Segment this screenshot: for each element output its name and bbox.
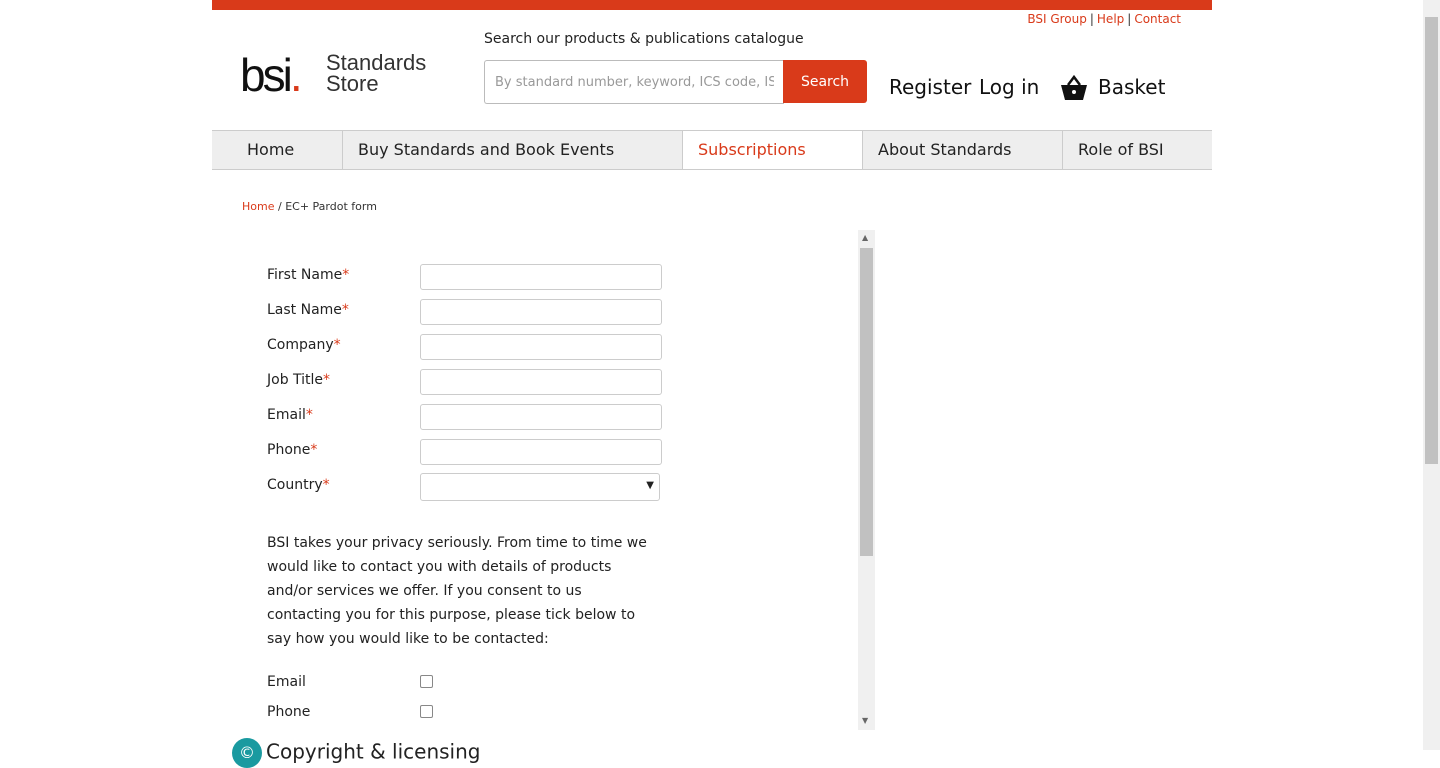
link-separator: | xyxy=(1089,12,1094,26)
company-input[interactable] xyxy=(420,334,662,360)
logo-bsi-text: bsi xyxy=(240,49,293,101)
contact-link[interactable]: Contact xyxy=(1134,12,1181,26)
nav-item-about-standards[interactable]: About Standards xyxy=(862,131,1062,169)
copyright-licensing-heading: © Copyright & licensing xyxy=(232,738,480,768)
email-label: Email* xyxy=(267,407,313,423)
country-label: Country* xyxy=(267,477,330,493)
nav-item-role-of-bsi[interactable]: Role of BSI xyxy=(1062,131,1212,169)
chevron-down-icon: ▼ xyxy=(646,480,654,491)
logo-dot: . xyxy=(289,49,303,101)
email-input[interactable] xyxy=(420,404,662,430)
breadcrumb-separator: / xyxy=(277,200,282,213)
basket-link[interactable]: Basket xyxy=(1098,75,1165,99)
copyright-icon: © xyxy=(232,738,262,768)
search-label: Search our products & publications catal… xyxy=(484,31,804,47)
top-accent-bar xyxy=(212,0,1212,10)
last-name-input[interactable] xyxy=(420,299,662,325)
breadcrumb-current: EC+ Pardot form xyxy=(285,200,377,213)
search-input[interactable] xyxy=(484,60,784,104)
phone-label: Phone* xyxy=(267,442,318,458)
basket-icon[interactable] xyxy=(1060,74,1088,102)
bsi-group-link[interactable]: BSI Group xyxy=(1027,12,1087,26)
breadcrumb: Home / EC+ Pardot form xyxy=(242,200,377,213)
first-name-label: First Name* xyxy=(267,267,350,283)
form-scrollbar[interactable]: ▲ ▼ xyxy=(858,230,875,730)
utility-links: BSI Group | Help | Contact xyxy=(1027,12,1181,26)
first-name-input[interactable] xyxy=(420,264,662,290)
page: BSI Group | Help | Contact bsi. Standards St… xyxy=(212,0,1212,768)
main-nav: Home Buy Standards and Book Events Subsc… xyxy=(212,130,1212,170)
link-separator: | xyxy=(1127,12,1132,26)
privacy-statement: BSI takes your privacy seriously. From t… xyxy=(267,535,647,647)
contact-email-checkbox[interactable] xyxy=(420,675,433,688)
breadcrumb-home[interactable]: Home xyxy=(242,200,274,213)
last-name-label: Last Name* xyxy=(267,302,349,318)
search-button[interactable]: Search xyxy=(783,60,867,103)
logo-store-text: Store xyxy=(326,71,379,96)
scroll-down-arrow-icon[interactable]: ▼ xyxy=(862,716,868,725)
company-label: Company* xyxy=(267,337,341,353)
job-title-label: Job Title* xyxy=(267,372,331,388)
scroll-up-arrow-icon[interactable]: ▲ xyxy=(862,233,868,242)
contact-phone-label: Phone xyxy=(267,704,311,720)
contact-phone-checkbox[interactable] xyxy=(420,705,433,718)
phone-input[interactable] xyxy=(420,439,662,465)
register-link[interactable]: Register xyxy=(889,75,971,99)
pardot-form-frame: First Name* Last Name* Company* Job Titl… xyxy=(212,230,876,730)
job-title-input[interactable] xyxy=(420,369,662,395)
contact-email-label: Email xyxy=(267,674,306,690)
nav-item-subscriptions[interactable]: Subscriptions xyxy=(682,131,862,169)
help-link[interactable]: Help xyxy=(1097,12,1124,26)
window-scrollbar[interactable] xyxy=(1423,0,1440,750)
country-select[interactable]: ▼ xyxy=(420,473,660,501)
logo-standards-text: Standards xyxy=(326,50,427,75)
window-scrollbar-thumb[interactable] xyxy=(1425,17,1438,464)
form-scrollbar-thumb[interactable] xyxy=(860,248,873,556)
copyright-title: Copyright & licensing xyxy=(266,739,481,764)
nav-item-buy-standards[interactable]: Buy Standards and Book Events xyxy=(342,131,682,169)
login-link[interactable]: Log in xyxy=(979,75,1039,99)
nav-item-home[interactable]: Home xyxy=(212,131,342,169)
